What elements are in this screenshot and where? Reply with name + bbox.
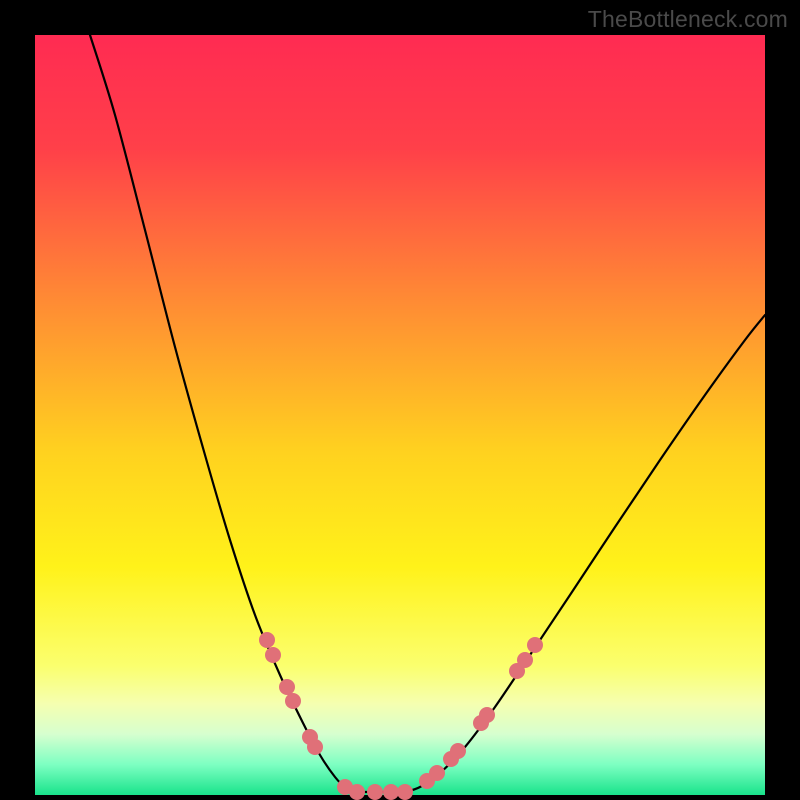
chart-frame: TheBottleneck.com (0, 0, 800, 800)
marker-point (307, 739, 323, 755)
marker-point (397, 784, 413, 800)
marker-point (285, 693, 301, 709)
marker-point (259, 632, 275, 648)
marker-point (367, 784, 383, 800)
marker-point (517, 652, 533, 668)
marker-point (450, 743, 466, 759)
gradient-background (35, 35, 765, 795)
marker-point (265, 647, 281, 663)
marker-point (527, 637, 543, 653)
marker-point (479, 707, 495, 723)
marker-point (349, 784, 365, 800)
marker-point (383, 784, 399, 800)
marker-point (279, 679, 295, 695)
marker-point (429, 765, 445, 781)
chart-canvas (0, 0, 800, 800)
